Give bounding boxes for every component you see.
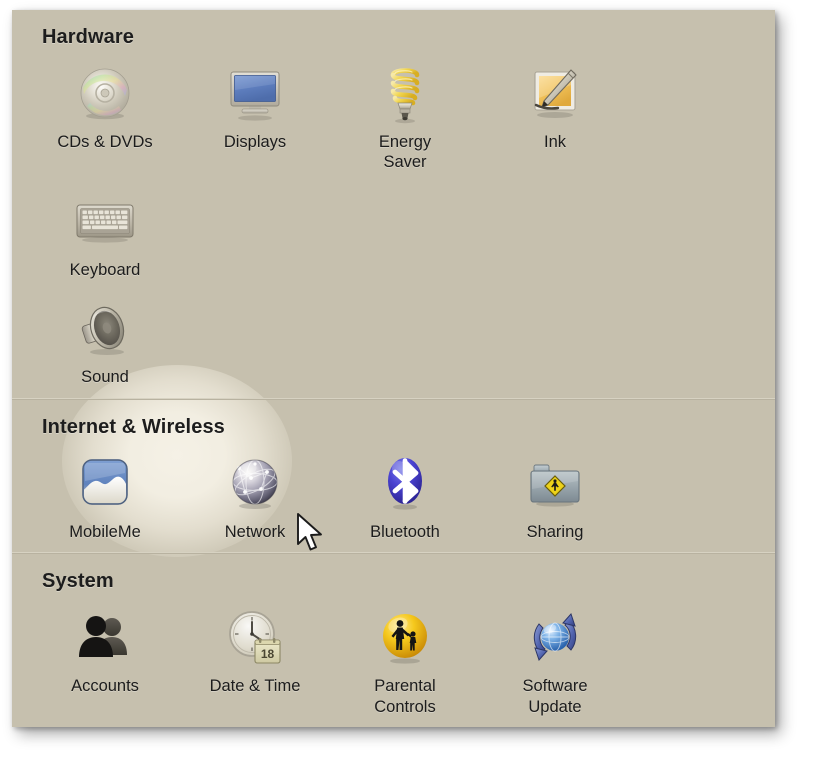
system-preferences-window: Hardware CDs & DVDs Displays Energy Save… xyxy=(12,10,775,727)
clock-calendar-icon: 18 xyxy=(220,605,290,671)
pref-grid-hardware: CDs & DVDs Displays Energy Saver Ink Key… xyxy=(12,55,775,398)
compact-disc-icon xyxy=(70,61,140,127)
section-internet-wireless: Internet & Wireless MobileMe Network Blu… xyxy=(12,400,775,552)
monitor-icon xyxy=(220,61,290,127)
shared-folder-icon xyxy=(520,451,590,517)
pref-item-network[interactable]: Network xyxy=(180,445,330,552)
pref-item-energy-saver[interactable]: Energy Saver xyxy=(330,55,480,183)
pref-label: MobileMe xyxy=(69,522,141,541)
pen-tablet-icon xyxy=(520,61,590,127)
parental-controls-icon xyxy=(370,605,440,671)
section-title-internet-wireless: Internet & Wireless xyxy=(42,415,225,438)
pref-grid-internet-wireless: MobileMe Network Bluetooth Sharing xyxy=(12,445,775,552)
cloud-icon xyxy=(70,451,140,517)
pref-item-mobileme[interactable]: MobileMe xyxy=(30,445,180,552)
pref-label: Sound xyxy=(81,368,129,387)
pref-label: Ink xyxy=(543,133,566,151)
globe-network-icon xyxy=(220,451,290,517)
section-system: System Accounts 18 Date & Time Parental … xyxy=(12,554,775,727)
section-title-hardware: Hardware xyxy=(42,26,134,48)
pref-label: Software Update xyxy=(522,677,588,716)
pref-item-displays[interactable]: Displays xyxy=(180,55,330,183)
pref-label: Displays xyxy=(223,133,287,151)
pref-label: Energy Saver xyxy=(378,133,432,172)
pref-label: Parental Controls xyxy=(374,677,436,716)
pref-item-date-time[interactable]: 18 Date & Time xyxy=(180,599,330,727)
pref-item-ink[interactable]: Ink xyxy=(480,55,630,183)
section-title-system: System xyxy=(42,570,114,593)
pref-item-parental-controls[interactable]: Parental Controls xyxy=(330,599,480,727)
pref-item-keyboard[interactable]: Keyboard xyxy=(30,183,180,290)
pref-label: Accounts xyxy=(71,677,139,696)
pref-grid-system: Accounts 18 Date & Time Parental Control… xyxy=(12,599,775,727)
pref-label: CDs & DVDs xyxy=(57,133,153,151)
pref-item-sharing[interactable]: Sharing xyxy=(480,445,630,552)
calendar-day-number: 18 xyxy=(261,647,275,661)
pref-label: Network xyxy=(224,522,286,541)
bluetooth-icon xyxy=(370,451,440,517)
pref-item-bluetooth[interactable]: Bluetooth xyxy=(330,445,480,552)
section-hardware: Hardware CDs & DVDs Displays Energy Save… xyxy=(12,10,775,398)
keyboard-icon xyxy=(70,189,140,255)
users-icon xyxy=(70,605,140,671)
speaker-icon xyxy=(70,296,140,362)
lightbulb-icon xyxy=(370,61,440,127)
pref-label: Bluetooth xyxy=(370,522,440,541)
pref-label: Sharing xyxy=(526,522,584,541)
pref-item-cds-dvds[interactable]: CDs & DVDs xyxy=(30,55,180,183)
pref-item-accounts[interactable]: Accounts xyxy=(30,599,180,727)
pref-label: Keyboard xyxy=(69,260,141,279)
pref-item-sound[interactable]: Sound xyxy=(30,290,180,397)
software-update-icon xyxy=(520,605,590,671)
pref-item-software-update[interactable]: Software Update xyxy=(480,599,630,727)
pref-label: Date & Time xyxy=(209,677,301,696)
